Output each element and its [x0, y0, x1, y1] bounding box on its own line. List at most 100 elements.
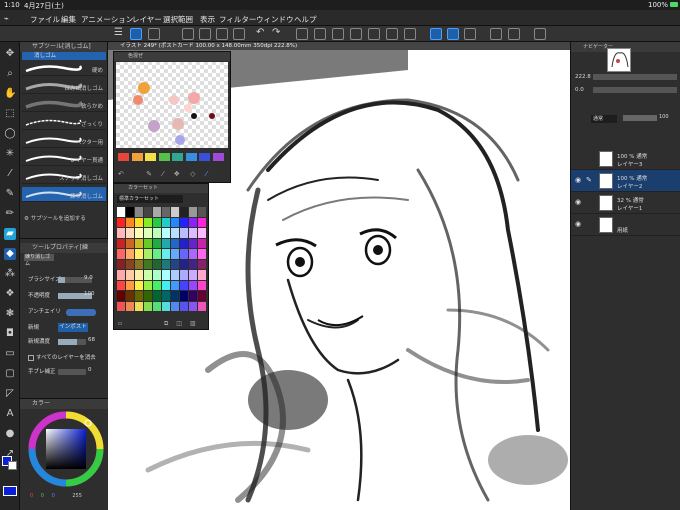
menu-file[interactable]: ファイル	[30, 14, 60, 25]
deselect-button[interactable]	[350, 28, 362, 40]
color-set-swatch[interactable]	[144, 270, 152, 280]
color-set-swatch[interactable]	[180, 301, 188, 311]
color-set-swatch[interactable]	[189, 217, 197, 227]
color-set-swatch[interactable]	[198, 228, 206, 238]
color-set-swatch[interactable]	[189, 291, 197, 301]
color-set-swatch[interactable]	[198, 301, 206, 311]
undo-icon[interactable]: ↶	[256, 28, 268, 40]
density-row[interactable]: 新規濃度 68	[22, 337, 106, 349]
zoom-value[interactable]: 222.8	[575, 74, 591, 80]
figure-icon[interactable]: ▢	[4, 368, 16, 380]
color-set-swatch[interactable]	[126, 238, 134, 248]
color-set-swatch[interactable]	[153, 228, 161, 238]
stabilizer-row[interactable]: 手ブレ補正 0	[22, 367, 106, 379]
subtool-item[interactable]: スナップ消しゴム	[22, 169, 106, 184]
color-set-swatch[interactable]	[117, 249, 125, 259]
opacity-row[interactable]: 不透明度 100	[22, 291, 106, 303]
color-set-swatch[interactable]	[162, 301, 170, 311]
layer-row-selected[interactable]: ◉ ✎ 100 % 通常 レイヤー2	[571, 170, 680, 192]
special-ruler-button[interactable]	[464, 28, 476, 40]
menu-edit[interactable]: 編集	[61, 14, 76, 25]
color-set-swatch[interactable]	[126, 228, 134, 238]
fill-icon[interactable]: ◘	[4, 328, 16, 340]
color-set-swatch[interactable]	[117, 238, 125, 248]
color-set-swatch[interactable]	[171, 259, 179, 269]
color-set-swatch[interactable]	[135, 207, 143, 217]
mixing-canvas[interactable]	[116, 62, 228, 148]
pencil-icon[interactable]: ✏	[4, 208, 16, 220]
color-set-swatch[interactable]	[135, 270, 143, 280]
palette-swatch[interactable]	[118, 153, 129, 161]
import-button[interactable]: インポスト	[58, 323, 88, 332]
menu-window[interactable]: ウィンドウ	[256, 14, 294, 25]
color-set-swatch[interactable]	[180, 217, 188, 227]
color-set-swatch[interactable]	[162, 249, 170, 259]
navigator-preview[interactable]	[607, 48, 631, 72]
add-subtool-button[interactable]: ⚙ サブツールを追加する	[24, 214, 86, 222]
eraser-icon[interactable]: ◆	[4, 248, 16, 260]
color-set-swatch[interactable]	[189, 228, 197, 238]
color-set-swatch[interactable]	[135, 291, 143, 301]
color-set-swatch[interactable]	[135, 249, 143, 259]
blend-icon[interactable]: ⁂	[4, 268, 16, 280]
color-set-swatch[interactable]	[180, 228, 188, 238]
blend-icon[interactable]: ❖	[174, 170, 180, 178]
decoration-icon[interactable]: ❃	[4, 308, 16, 320]
tool-select-button[interactable]	[148, 28, 160, 40]
color-set-dropdown[interactable]: 標準カラーセット	[117, 195, 183, 203]
sub-color-swatch[interactable]	[8, 461, 17, 470]
color-set-swatch[interactable]	[144, 207, 152, 217]
color-set-swatch[interactable]	[180, 207, 188, 217]
current-color-swatch[interactable]	[3, 486, 17, 496]
palette-swatch[interactable]	[172, 153, 183, 161]
pen-snap-button[interactable]	[447, 28, 459, 40]
visibility-icon[interactable]: ◉	[575, 176, 581, 184]
menu-animation[interactable]: アニメーション	[81, 14, 133, 25]
color-set-swatch[interactable]	[153, 207, 161, 217]
color-set-swatch[interactable]	[126, 207, 134, 217]
color-set-swatch[interactable]	[126, 259, 134, 269]
menu-filter[interactable]: フィルター	[219, 14, 256, 25]
subtool-group-tab[interactable]: 消しゴム	[22, 52, 106, 60]
all-layers-row[interactable]: すべてのレイヤーを消去	[22, 353, 106, 365]
color-set-swatch[interactable]	[126, 291, 134, 301]
color-set-swatch[interactable]	[162, 291, 170, 301]
stabilizer-slider[interactable]	[58, 369, 86, 375]
eyedropper-icon[interactable]: ⁄	[162, 170, 163, 178]
color-set-swatch[interactable]	[198, 270, 206, 280]
color-set-swatch[interactable]	[180, 238, 188, 248]
color-set-swatch[interactable]	[198, 280, 206, 290]
color-mixing-window[interactable]: 色混ぜ ↶ ✎ ⁄ ❖ ◇ ⁄	[113, 51, 231, 183]
palette-swatch[interactable]	[185, 153, 197, 161]
color-set-swatch[interactable]	[126, 280, 134, 290]
palette-swatch[interactable]	[145, 153, 156, 161]
color-set-swatch[interactable]	[117, 270, 125, 280]
color-wheel[interactable]	[28, 411, 104, 487]
color-set-swatch[interactable]	[144, 249, 152, 259]
move-icon[interactable]: ✥	[4, 48, 16, 60]
color-set-swatch[interactable]	[153, 301, 161, 311]
color-set-swatch[interactable]	[180, 280, 188, 290]
zoom-slider[interactable]	[593, 74, 677, 80]
hamburger-icon[interactable]: ☰	[114, 28, 126, 40]
eraser-icon[interactable]: ◇	[190, 170, 195, 178]
palette-swatch[interactable]	[158, 153, 170, 161]
color-set-swatch[interactable]	[153, 238, 161, 248]
ruler-icon[interactable]: ◸	[4, 388, 16, 400]
color-set-swatch[interactable]	[126, 249, 134, 259]
color-set-swatch[interactable]	[171, 249, 179, 259]
mirror-button[interactable]	[508, 28, 520, 40]
layer-opacity-slider[interactable]	[623, 115, 657, 121]
color-set-swatch[interactable]	[189, 238, 197, 248]
subtool-item[interactable]: 硬め	[22, 61, 106, 76]
color-set-swatch[interactable]	[189, 280, 197, 290]
picker-icon[interactable]: ⁄	[206, 170, 207, 178]
document-tab[interactable]: イラスト 249* (ポストカード 100.00 x 148.00mm 350d…	[108, 42, 570, 50]
visibility-icon[interactable]: ◉	[575, 198, 581, 206]
color-set-swatch[interactable]	[117, 291, 125, 301]
color-set-swatch[interactable]	[144, 280, 152, 290]
color-set-swatch[interactable]	[144, 238, 152, 248]
color-set-swatch[interactable]	[162, 238, 170, 248]
color-set-swatch[interactable]	[171, 217, 179, 227]
add-color-icon[interactable]: ▫	[118, 320, 122, 327]
